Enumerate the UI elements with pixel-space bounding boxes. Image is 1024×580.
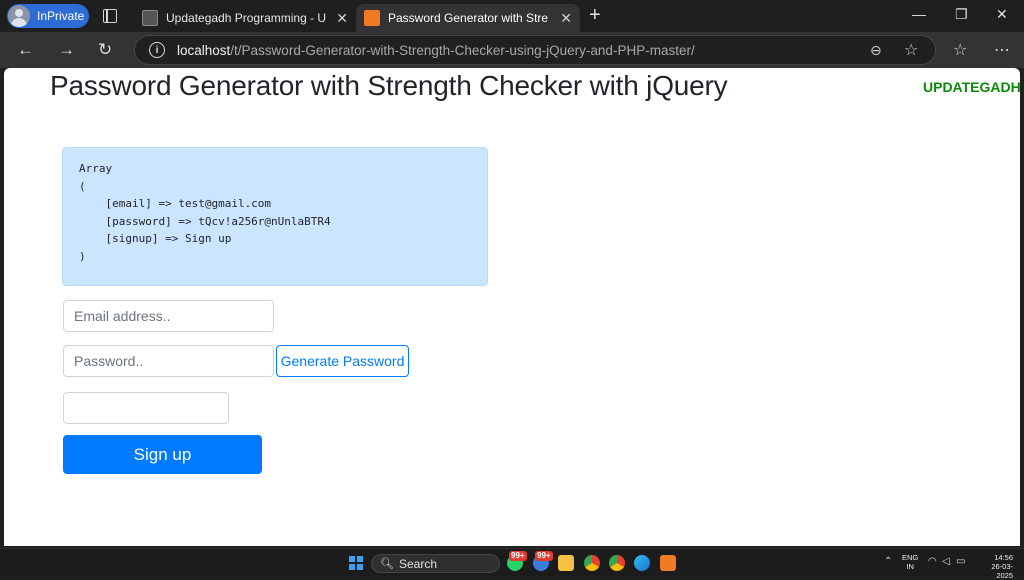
close-icon[interactable]: ✕ — [336, 10, 348, 27]
page-title: Password Generator with Strength Checker… — [50, 70, 728, 101]
back-icon[interactable]: ← — [17, 40, 34, 60]
volume-icon[interactable]: ◁ — [942, 556, 950, 567]
browser-toolbar: ← → ↻ i localhost/t/Password-Generator-w… — [0, 32, 1024, 68]
taskbar-search[interactable]: 🔍︎ Search — [371, 554, 500, 573]
tab-password-generator[interactable]: Password Generator with Strength ✕ — [356, 4, 580, 32]
strength-field[interactable] — [63, 392, 229, 424]
refresh-icon[interactable]: ↻ — [98, 40, 112, 60]
favorites-icon[interactable]: ☆ — [953, 40, 967, 60]
forward-icon[interactable]: → — [58, 40, 75, 60]
avatar — [8, 5, 30, 27]
zoom-icon[interactable]: ⊖ — [870, 42, 882, 59]
output-alert: Array ( [email] => test@gmail.com [passw… — [62, 147, 488, 286]
language-indicator[interactable]: ENG IN — [902, 553, 918, 571]
close-icon[interactable]: ✕ — [560, 10, 572, 27]
inprivate-label: InPrivate — [37, 9, 85, 23]
url-text: localhost/t/Password-Generator-with-Stre… — [177, 42, 695, 58]
tab-updategadh[interactable]: Updategadh Programming - Upd ✕ — [134, 4, 356, 32]
window-close-icon[interactable]: ✕ — [996, 6, 1008, 23]
notification-badge: 99+ — [509, 551, 527, 561]
output-text: Array ( [email] => test@gmail.com [passw… — [79, 162, 331, 263]
xampp-icon[interactable] — [660, 555, 676, 571]
web-page: Password Generator with Strength Checker… — [4, 68, 1020, 546]
more-icon[interactable]: ⋯ — [994, 40, 1010, 60]
battery-icon[interactable]: ▭ — [956, 556, 965, 567]
edge-icon[interactable] — [634, 555, 650, 571]
title-bar: InPrivate Updategadh Programming - Upd ✕… — [0, 0, 1024, 32]
taskbar: 🔍︎ Search 99+ 99+ ⌃ ENG IN ◠ ◁ ▭ 14:56 2… — [0, 548, 1024, 580]
site-info-icon[interactable]: i — [149, 42, 165, 58]
restore-icon[interactable]: ❐ — [955, 6, 968, 23]
xampp-favicon-icon — [364, 10, 380, 26]
tab-title: Password Generator with Strength — [388, 11, 548, 25]
search-icon: 🔍︎ — [380, 558, 394, 570]
windows-start-icon[interactable] — [349, 556, 363, 570]
favicon-icon — [142, 10, 158, 26]
brand-label: UPDATEGADH — [923, 79, 1020, 95]
chrome-profile-icon[interactable] — [609, 555, 625, 571]
notification-badge: 99+ — [535, 551, 553, 561]
new-tab-icon[interactable]: + — [589, 4, 601, 27]
file-explorer-icon[interactable] — [558, 555, 574, 571]
favorite-star-icon[interactable]: ☆ — [904, 40, 918, 60]
address-bar[interactable]: i localhost/t/Password-Generator-with-St… — [134, 35, 936, 65]
tab-actions-icon[interactable] — [103, 9, 117, 23]
sign-up-button[interactable]: Sign up — [63, 435, 262, 474]
wifi-icon[interactable]: ◠ — [928, 556, 937, 567]
tray-chevron-icon[interactable]: ⌃ — [884, 556, 892, 567]
search-label: Search — [398, 556, 437, 571]
minimize-icon[interactable]: — — [912, 6, 926, 22]
inprivate-button[interactable]: InPrivate — [7, 4, 89, 28]
email-input[interactable]: Email address.. — [63, 300, 274, 332]
generate-password-button[interactable]: Generate Password — [276, 345, 409, 377]
chrome-icon[interactable] — [584, 555, 600, 571]
password-input[interactable]: Password.. — [63, 345, 274, 377]
tab-title: Updategadh Programming - Upd — [166, 11, 326, 25]
